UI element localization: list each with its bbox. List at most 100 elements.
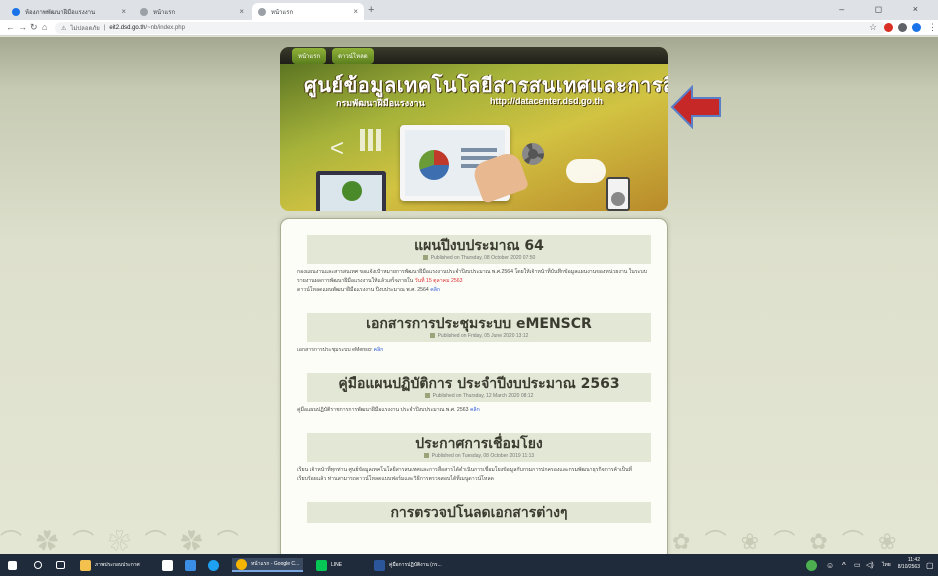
line-icon — [316, 559, 327, 571]
share-icon: < — [330, 135, 345, 162]
article-body: เรียน เจ้าหน้าที่ทุกท่าน ศูนย์ข้อมูลเทคโ… — [297, 467, 632, 482]
article-title[interactable]: แผนปีงบประมาณ 64 — [311, 238, 647, 254]
article-body: เอกสารการประชุมระบบ eMenscr คลิก — [297, 347, 384, 353]
volume-icon[interactable]: ◁) — [866, 558, 874, 572]
browser-tab-3[interactable]: หน้าแรก × — [252, 3, 364, 20]
article-meta: Published on Thursday, 12 March 2020 08:… — [311, 392, 647, 400]
article-meta: Published on Tuesday, 08 October 2019 11… — [311, 452, 647, 460]
network-icon[interactable]: ▭ — [854, 558, 861, 572]
taskbar-item-chrome[interactable]: หน้าแรก - Google C... — [232, 558, 304, 572]
notification-app-icon[interactable] — [806, 558, 821, 572]
calendar-icon — [429, 333, 435, 339]
tab-favicon-icon — [258, 7, 266, 16]
back-icon[interactable]: ← — [6, 22, 15, 32]
article-link[interactable]: คลิก — [470, 407, 480, 413]
article-title[interactable]: การตรวจปโนลดเอกสารต่างๆ — [311, 505, 647, 521]
calendar-icon — [422, 255, 428, 261]
clock-time: 11:42 — [907, 557, 920, 563]
edge-icon[interactable] — [208, 558, 223, 572]
home-icon[interactable]: ⌂ — [42, 22, 47, 32]
menu-item-download[interactable]: ดาวน์โหลด — [332, 47, 374, 64]
site-subtitle: กรมพัฒนาฝีมือแรงงาน — [336, 98, 425, 108]
browser-tab-1[interactable]: ห้องภาพพัฒนาฝีมือแรงงาน × — [6, 3, 132, 20]
windows-start-icon[interactable] — [8, 558, 21, 572]
article-header: เอกสารการประชุมระบบ eMENSCR Published on… — [307, 313, 651, 342]
article-title[interactable]: คู่มือแผนปฏิบัติการ ประจำปีงบประมาณ 2563 — [311, 376, 647, 392]
red-arrow-annotation-icon — [670, 85, 721, 129]
article-header: ประกาศการเชื่อมโยง Published on Tuesday,… — [307, 433, 651, 462]
site-url: http://datacenter.dsd.go.th — [490, 96, 604, 106]
cloud-icon — [566, 159, 606, 183]
chevron-up-icon[interactable]: ^ — [842, 558, 846, 572]
menu-kebab-icon[interactable]: ⋮ — [928, 22, 937, 33]
store-icon[interactable] — [162, 558, 177, 572]
browser-toolbar: ← → ↻ ⌂ ⚠ ไม่ปลอดภัย | eit2.dsd.go.th /~… — [0, 20, 938, 36]
extension-icon[interactable] — [884, 23, 893, 32]
menu-item-home[interactable]: หน้าแรก — [292, 47, 327, 64]
article: แผนปีงบประมาณ 64 Published on Thursday, … — [297, 235, 651, 295]
chrome-icon — [236, 558, 247, 570]
task-view-icon[interactable] — [56, 558, 69, 572]
taskbar-item-word[interactable]: คู่มือการปฏิบัติงาน (กร... — [374, 558, 442, 572]
taskbar-item-folder[interactable]: ภาพประกอบประกาศ — [80, 558, 140, 572]
article-header: แผนปีงบประมาณ 64 Published on Thursday, … — [307, 235, 651, 264]
deadline-text: วันที่ 15 ตุลาคม 2563 — [414, 278, 463, 284]
tab-favicon-icon — [12, 7, 20, 16]
close-icon[interactable]: × — [239, 7, 244, 16]
article-title[interactable]: เอกสารการประชุมระบบ eMENSCR — [311, 316, 647, 332]
tab-label: หน้าแรก — [153, 9, 176, 16]
decorative-pattern-left: ⌒ ✿ ⌒ ❀ ⌒ ✿ ⌒ — [0, 529, 243, 554]
word-icon — [374, 559, 385, 571]
gear-icon — [522, 143, 544, 165]
security-label: ไม่ปลอดภัย — [70, 26, 100, 32]
tab-label: ห้องภาพพัฒนาฝีมือแรงงาน — [25, 9, 96, 16]
clock-date: 8/10/2563 — [897, 564, 920, 570]
url-host: eit2.dsd.go.th — [109, 25, 146, 31]
close-icon[interactable]: × — [121, 7, 126, 16]
notification-center-icon[interactable]: ▢ — [926, 558, 934, 572]
address-bar[interactable]: ⚠ ไม่ปลอดภัย | eit2.dsd.go.th /~nb/index… — [55, 22, 887, 34]
browser-tab-2[interactable]: หน้าแรก × — [134, 3, 250, 20]
article: คู่มือแผนปฏิบัติการ ประจำปีงบประมาณ 2563… — [297, 373, 651, 415]
article-link[interactable]: คลิก — [374, 347, 384, 353]
article-header: คู่มือแผนปฏิบัติการ ประจำปีงบประมาณ 2563… — [307, 373, 651, 402]
calendar-icon — [424, 393, 430, 399]
close-icon[interactable]: × — [353, 7, 358, 16]
people-icon[interactable]: ☺ — [826, 558, 834, 572]
mail-icon[interactable] — [185, 558, 200, 572]
profile-avatar-icon[interactable] — [912, 23, 921, 32]
laptop-illustration — [316, 171, 386, 211]
browser-tab-bar: ห้องภาพพัฒนาฝีมือแรงงาน × หน้าแรก × หน้า… — [0, 0, 938, 20]
extensions-puzzle-icon[interactable] — [898, 23, 907, 32]
forward-icon[interactable]: → — [18, 22, 27, 32]
plus-icon[interactable]: + — [368, 4, 374, 16]
article: การตรวจปโนลดเอกสารต่างๆ — [297, 502, 651, 523]
warning-icon[interactable]: ⚠ — [61, 25, 66, 32]
os-taskbar: ภาพประกอบประกาศ หน้าแรก - Google C... LI… — [0, 554, 938, 576]
decorative-pattern-right: ✿ ⌒ ❀ ⌒ ✿ ⌒ ❀ — [672, 529, 901, 554]
folder-icon — [80, 559, 91, 571]
search-icon[interactable] — [34, 558, 46, 572]
article-title[interactable]: ประกาศการเชื่อมโยง — [311, 436, 647, 452]
language-indicator[interactable]: ไทย — [882, 558, 891, 572]
clock[interactable]: 11:42 8/10/2563 — [898, 557, 920, 571]
taskbar-item-line[interactable]: LINE — [316, 558, 342, 572]
article-meta: Published on Friday, 05 June 2020 13:12 — [311, 332, 647, 340]
window-controls[interactable]: – ◻ × — [839, 4, 932, 15]
article-header: การตรวจปโนลดเอกสารต่างๆ — [307, 502, 651, 523]
article-link[interactable]: คลิก — [430, 287, 440, 293]
grid-icon — [360, 129, 382, 151]
article: เอกสารการประชุมระบบ eMENSCR Published on… — [297, 313, 651, 355]
bookmark-star-icon[interactable]: ☆ — [869, 22, 877, 33]
url-path: /~nb/index.php — [145, 25, 185, 31]
site-menu: หน้าแรก ดาวน์โหลด — [280, 47, 668, 64]
speaker-icon — [606, 177, 630, 211]
article-body: คู่มือแผนปฏิบัติราชการการพัฒนาฝีมือแรงงา… — [297, 407, 480, 413]
pie-chart-icon — [419, 150, 449, 180]
article: ประกาศการเชื่อมโยง Published on Tuesday,… — [297, 433, 651, 484]
reload-icon[interactable]: ↻ — [30, 22, 38, 33]
article-body: กองแผนงานและสารสนเทศ ขอแจ้งเป้าหมายการพั… — [297, 269, 648, 293]
tab-favicon-icon — [140, 7, 148, 16]
content-panel: แผนปีงบประมาณ 64 Published on Thursday, … — [280, 218, 668, 554]
tab-label: หน้าแรก — [271, 9, 294, 16]
